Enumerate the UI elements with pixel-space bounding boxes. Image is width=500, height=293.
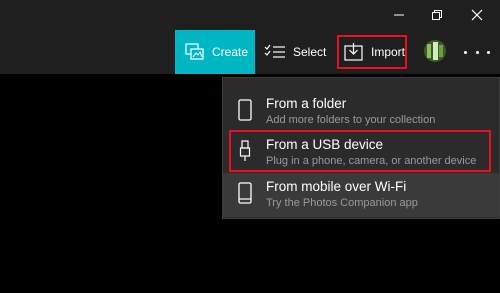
more-dot-icon: [475, 50, 479, 54]
toolbar: Create Select Import: [0, 30, 500, 74]
more-options-button[interactable]: [464, 44, 490, 60]
menu-item-from-mobile-wifi[interactable]: From mobile over Wi-Fi Try the Photos Co…: [223, 173, 499, 217]
close-icon: [471, 9, 483, 21]
menu-item-title: From a folder: [266, 96, 347, 111]
more-dot-icon: [487, 50, 490, 54]
usb-icon: [236, 138, 254, 164]
import-button[interactable]: Import: [337, 35, 407, 69]
create-label: Create: [212, 45, 249, 59]
select-list-icon: [264, 44, 286, 60]
menu-item-from-folder[interactable]: From a folder Add more folders to your c…: [223, 90, 499, 132]
minimize-icon: [394, 14, 404, 16]
import-label: Import: [371, 45, 406, 59]
create-button[interactable]: Create: [175, 30, 255, 74]
import-icon: [344, 43, 364, 61]
select-label: Select: [293, 45, 327, 59]
menu-item-subtitle: Add more folders to your collection: [266, 114, 436, 126]
select-button[interactable]: Select: [264, 30, 328, 74]
menu-item-subtitle: Plug in a phone, camera, or another devi…: [266, 155, 477, 167]
restore-icon: [432, 10, 442, 20]
phone-icon: [236, 180, 254, 206]
menu-item-subtitle: Try the Photos Companion app: [266, 197, 418, 209]
close-button[interactable]: [460, 0, 494, 30]
folder-icon: [236, 97, 254, 123]
more-dot-icon: [464, 50, 467, 54]
restore-button[interactable]: [420, 0, 454, 30]
create-icon: [185, 43, 205, 61]
menu-item-from-usb[interactable]: From a USB device Plug in a phone, camer…: [223, 130, 499, 173]
import-menu: From a folder Add more folders to your c…: [222, 77, 500, 219]
title-bar: [0, 0, 500, 30]
user-avatar-icon: [424, 40, 446, 62]
avatar[interactable]: [424, 40, 446, 62]
menu-item-title: From a USB device: [266, 137, 384, 152]
menu-item-title: From mobile over Wi-Fi: [266, 179, 407, 194]
minimize-button[interactable]: [382, 0, 416, 30]
